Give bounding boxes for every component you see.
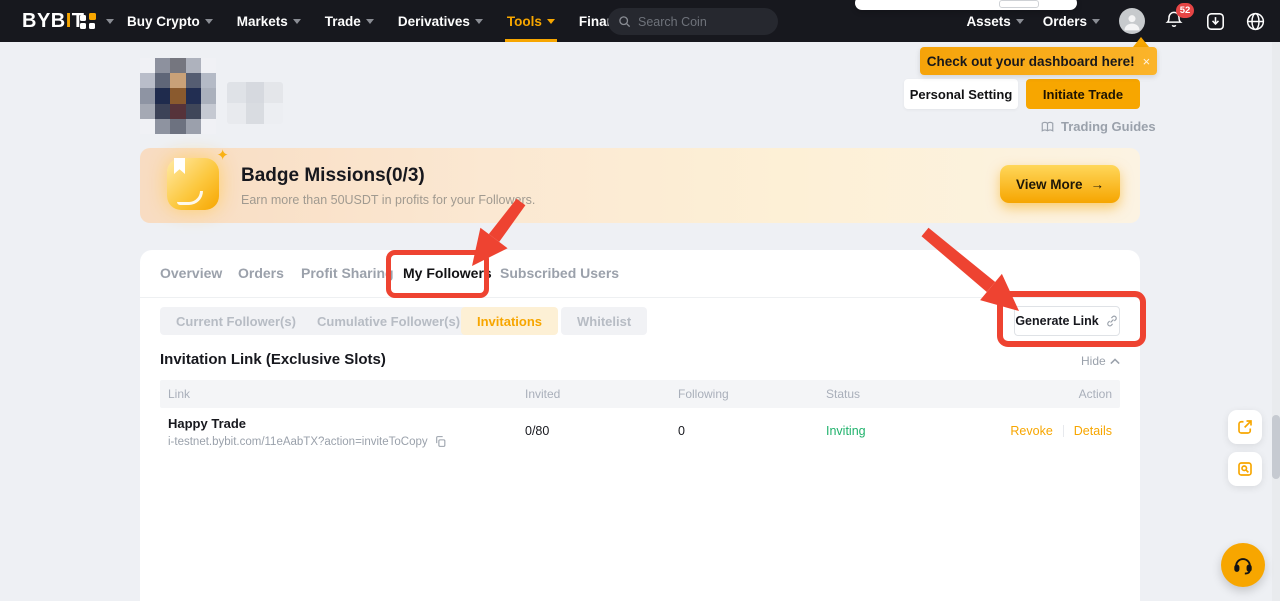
top-navbar: BYBIT Buy Crypto Markets Trade Derivativ…	[0, 0, 1280, 42]
invite-link-url: i-testnet.bybit.com/11eAabTX?action=invi…	[168, 436, 428, 448]
nav-buy-crypto[interactable]: Buy Crypto	[127, 0, 213, 42]
tabs-row: Overview Orders Profit Sharing My Follow…	[140, 250, 1140, 298]
tab-profit-sharing[interactable]: Profit Sharing	[301, 265, 394, 281]
table-header: Link Invited Following Status Action	[160, 380, 1120, 408]
status-badge: Inviting	[826, 424, 866, 438]
initiate-trade-button[interactable]: Initiate Trade	[1026, 79, 1140, 109]
nav-orders[interactable]: Orders	[1043, 14, 1100, 29]
share-panel-button[interactable]	[1228, 410, 1262, 444]
generate-link-button[interactable]: Generate Link	[1014, 306, 1120, 336]
sparkle-icon: ✦	[216, 146, 229, 164]
scrollbar-track	[1272, 42, 1280, 601]
search-input[interactable]	[638, 15, 758, 29]
tab-subscribed-users[interactable]: Subscribed Users	[500, 265, 619, 281]
chevron-down-icon	[293, 19, 301, 24]
filter-current-followers[interactable]: Current Follower(s)	[160, 307, 312, 335]
scrollbar-thumb[interactable]	[1272, 415, 1280, 479]
badge-missions-subtitle: Earn more than 50USDT in profits for you…	[241, 193, 535, 207]
nav-tools[interactable]: Tools	[507, 0, 555, 42]
bybit-logo[interactable]: BYBIT	[22, 10, 85, 33]
nav-derivatives[interactable]: Derivatives	[398, 0, 483, 42]
nav-trade[interactable]: Trade	[325, 0, 374, 42]
person-icon	[1122, 12, 1142, 32]
view-more-button[interactable]: View More →	[1000, 165, 1120, 203]
nav-markets[interactable]: Markets	[237, 0, 301, 42]
dashboard-tooltip: Check out your dashboard here! ×	[920, 47, 1157, 75]
col-link: Link	[168, 387, 190, 401]
following-count: 0	[678, 424, 685, 438]
chevron-down-icon	[1016, 19, 1024, 24]
chevron-down-icon	[366, 19, 374, 24]
doc-search-icon	[1236, 460, 1254, 478]
badge-missions-banner: ✦ Badge Missions(0/3) Earn more than 50U…	[140, 148, 1140, 223]
invite-link-url-wrap: i-testnet.bybit.com/11eAabTX?action=invi…	[168, 435, 447, 448]
invited-count: 0/80	[525, 424, 549, 438]
tooltip-text: Check out your dashboard here!	[927, 54, 1135, 69]
col-status: Status	[826, 387, 860, 401]
coin-search-box[interactable]	[608, 8, 778, 35]
user-avatar[interactable]	[1119, 8, 1145, 34]
personal-setting-button[interactable]: Personal Setting	[904, 79, 1018, 109]
search-icon	[618, 15, 631, 28]
apps-caret-icon	[106, 19, 114, 24]
chevron-down-icon	[205, 19, 213, 24]
pixelated-username	[227, 82, 283, 124]
col-action: Action	[1079, 387, 1112, 401]
nav-assets[interactable]: Assets	[966, 14, 1023, 29]
hide-toggle[interactable]: Hide	[1081, 354, 1120, 368]
filter-cumulative-followers[interactable]: Cumulative Follower(s)	[301, 307, 476, 335]
tab-orders[interactable]: Orders	[238, 265, 284, 281]
truncated-popup-button	[999, 0, 1039, 8]
details-link[interactable]: Details	[1074, 424, 1112, 438]
followers-card: Overview Orders Profit Sharing My Follow…	[140, 250, 1140, 601]
badge-missions-title: Badge Missions(0/3)	[241, 165, 425, 187]
action-divider	[1063, 425, 1064, 437]
col-following: Following	[678, 387, 729, 401]
active-tab-underline	[403, 294, 471, 297]
book-icon	[1040, 120, 1055, 134]
filter-invitations[interactable]: Invitations	[461, 307, 558, 335]
row-actions: Revoke Details	[1010, 424, 1112, 438]
external-link-icon	[1236, 418, 1254, 436]
preview-panel-button[interactable]	[1228, 452, 1262, 486]
truncated-top-popup	[855, 0, 1077, 10]
invitation-section-title: Invitation Link (Exclusive Slots)	[160, 351, 386, 368]
trading-guides-link[interactable]: Trading Guides	[1040, 119, 1156, 134]
chevron-down-icon	[547, 19, 555, 24]
copy-icon[interactable]	[434, 435, 447, 448]
pixelated-avatar	[140, 58, 216, 134]
download-tray-icon[interactable]	[1205, 11, 1226, 32]
tooltip-caret-icon	[1133, 37, 1149, 47]
tab-overview[interactable]: Overview	[160, 265, 222, 281]
notification-badge: 52	[1176, 3, 1194, 18]
chevron-down-icon	[475, 19, 483, 24]
revoke-link[interactable]: Revoke	[1010, 424, 1052, 438]
invite-link-name: Happy Trade	[168, 416, 246, 431]
bybit-followers-page: BYBIT Buy Crypto Markets Trade Derivativ…	[0, 0, 1280, 601]
notifications-button[interactable]: 52	[1164, 9, 1186, 33]
support-chat-button[interactable]	[1221, 543, 1265, 587]
headset-icon	[1232, 554, 1254, 576]
chevron-up-icon	[1110, 358, 1120, 365]
tab-my-followers[interactable]: My Followers	[403, 265, 492, 281]
link-icon	[1105, 314, 1119, 328]
logo-text: BYB	[22, 10, 66, 32]
tooltip-close-icon[interactable]: ×	[1143, 54, 1151, 69]
globe-language-icon[interactable]	[1245, 11, 1266, 32]
badge-book-icon: ✦	[167, 158, 219, 210]
filter-whitelist[interactable]: Whitelist	[561, 307, 647, 335]
apps-grid-icon[interactable]	[80, 13, 96, 29]
arrow-right-icon: →	[1091, 177, 1105, 192]
chevron-down-icon	[1092, 19, 1100, 24]
col-invited: Invited	[525, 387, 560, 401]
table-row: Happy Trade i-testnet.bybit.com/11eAabTX…	[160, 408, 1120, 454]
